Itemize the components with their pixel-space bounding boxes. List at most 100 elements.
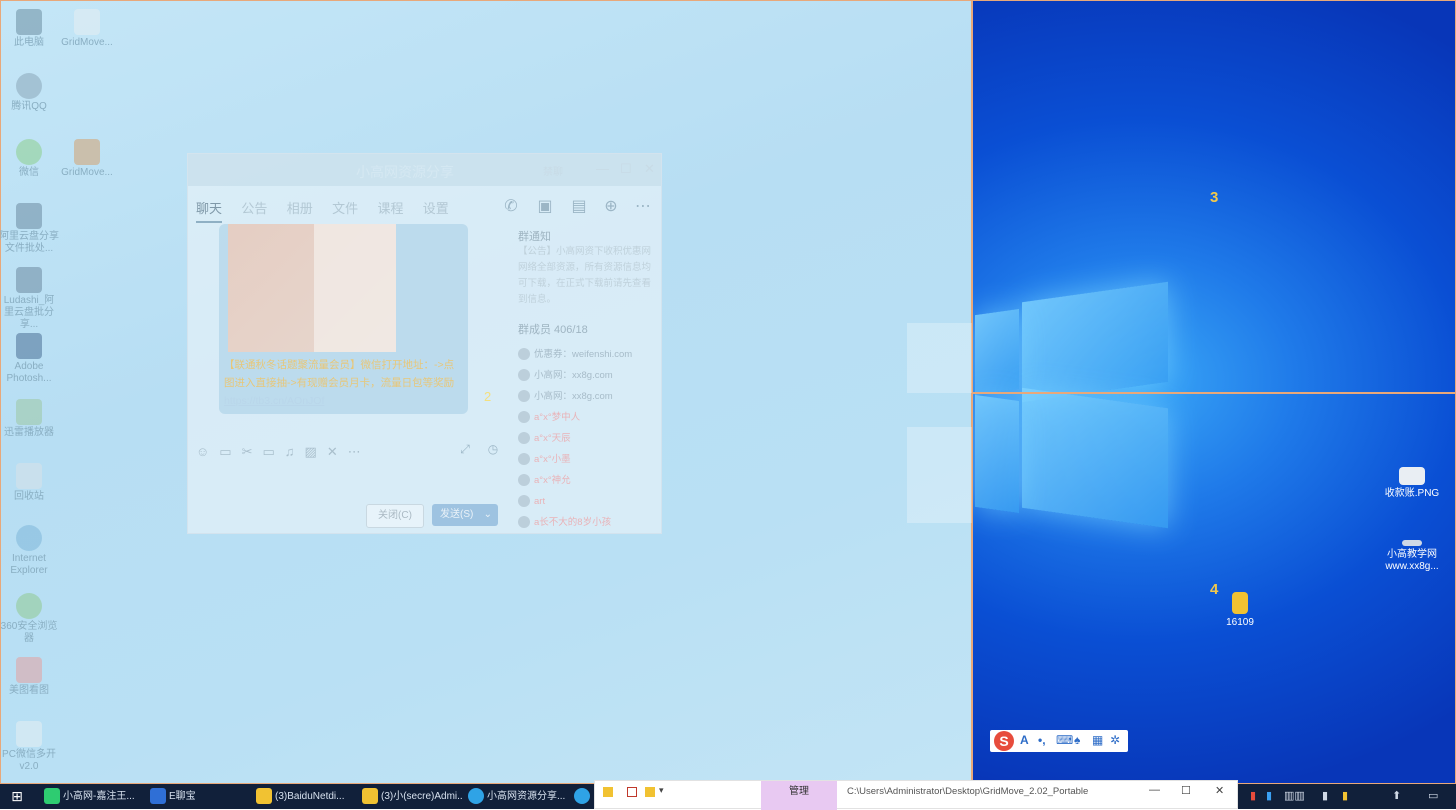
avatar: [518, 474, 530, 487]
member-item[interactable]: 小高网：xx8g.com: [518, 388, 658, 406]
expand-icon[interactable]: ⤢: [456, 442, 474, 460]
board-icon[interactable]: ▤: [570, 196, 588, 215]
music-icon[interactable]: ♫: [285, 444, 305, 459]
folder-icon[interactable]: [603, 787, 613, 797]
windows-logo-ghost: [907, 323, 973, 393]
shortcut-icon: [1402, 540, 1422, 546]
avatar: [518, 432, 530, 445]
chat-tabs: 聊天 公告 相册 文件 课程 设置: [196, 198, 465, 223]
desktop-icon[interactable]: 迅雷播放器: [0, 399, 59, 439]
video-icon[interactable]: ▣: [536, 196, 554, 215]
scissors-icon[interactable]: ✂: [242, 444, 263, 459]
tab-notice[interactable]: 公告: [241, 198, 267, 217]
group-notice-text[interactable]: 【公告】小高网资下收积优惠网网络全部资源，所有资源信息均可下载，在正式下载前请先…: [518, 244, 658, 308]
minimize-icon[interactable]: —: [596, 161, 609, 176]
maximize-icon[interactable]: ☐: [1181, 784, 1191, 797]
close-button[interactable]: 关闭(C): [366, 504, 424, 528]
desktop-icon[interactable]: GridMove...: [57, 139, 117, 179]
message-link[interactable]: https://tb3.cn/AOnJOf: [224, 395, 324, 407]
desktop-icon[interactable]: PC微信多开 v2.0: [0, 721, 59, 773]
tab-files[interactable]: 文件: [332, 198, 358, 217]
phone-icon[interactable]: ✆: [502, 196, 520, 215]
member-item[interactable]: a°x°梦中人: [518, 409, 658, 427]
member-item[interactable]: a°x°小墨: [518, 451, 658, 469]
tray-icon[interactable]: ▮: [1322, 784, 1328, 809]
sogou-logo-icon[interactable]: S: [994, 731, 1014, 751]
taskbar-item[interactable]: (3)BaiduNetdi...: [256, 784, 356, 809]
skin-icon[interactable]: ♠: [1074, 733, 1080, 747]
folder-icon[interactable]: [645, 787, 655, 797]
chevron-down-icon[interactable]: ⌄: [484, 504, 492, 526]
minimize-icon[interactable]: —: [1149, 784, 1160, 796]
desktop-icon[interactable]: Internet Explorer: [0, 525, 59, 577]
tray-icon[interactable]: ▮: [1266, 784, 1272, 809]
punctuation-icon[interactable]: •,: [1038, 733, 1046, 747]
group-notice-title: 群通知: [518, 231, 551, 243]
desktop-icon[interactable]: 美图看图: [0, 657, 59, 697]
message-text: 【联通秋冬话题聚流量会员】微信打开地址：->点图进入直接抽->有现赠会员月卡，流…: [224, 359, 455, 407]
close-icon[interactable]: ✕: [644, 161, 655, 177]
taskbar-item[interactable]: (3)小(secre)Admi...: [362, 784, 462, 809]
member-item[interactable]: art: [518, 493, 658, 511]
folder-icon[interactable]: ▭: [262, 444, 284, 459]
chat-title: 小高网资源分享: [356, 164, 454, 180]
taskbar-item[interactable]: 小高网资源分享...: [468, 784, 568, 809]
desktop-icon[interactable]: 此电脑: [0, 9, 59, 49]
desktop-icon[interactable]: 微信: [0, 139, 59, 179]
ime-toolbar[interactable]: S A •, ⌨ ♠ ▦ ✲: [990, 730, 1128, 752]
explorer-window[interactable]: ▾ 管理 C:\Users\Administrator\Desktop\Grid…: [594, 780, 1238, 810]
recycle-bin-icon: [16, 463, 42, 489]
taskbar-item[interactable]: E聊宝: [150, 784, 250, 809]
image-viewer-icon: [16, 657, 42, 683]
gif-icon[interactable]: ▭: [219, 444, 241, 459]
avatar: [518, 348, 530, 361]
tab-course[interactable]: 课程: [377, 198, 403, 217]
ime-mode[interactable]: A: [1020, 733, 1029, 747]
tab-chat[interactable]: 聊天: [196, 198, 223, 223]
member-item[interactable]: a°x°神允: [518, 472, 658, 490]
avatar: [518, 495, 530, 508]
desktop-icon[interactable]: 16109: [1207, 592, 1273, 629]
taskbar-item[interactable]: 小高网-嘉注王...: [44, 784, 144, 809]
chat-window[interactable]: 小高网资源分享 禁聊 — ☐ ✕ 聊天 公告 相册 文件 课程 设置 ✆ ▣ ▤…: [187, 153, 662, 534]
checkbox-icon[interactable]: [627, 787, 637, 797]
tab-album[interactable]: 相册: [287, 198, 313, 217]
quick-access-dropdown[interactable]: ▾: [659, 785, 664, 796]
member-item[interactable]: 小高网：xx8g.com: [518, 367, 658, 385]
close-icon[interactable]: ✕: [1215, 784, 1224, 797]
desktop-icon[interactable]: 小高教学网 www.xx8g...: [1379, 540, 1445, 573]
member-item[interactable]: 优惠券：weifenshi.com: [518, 346, 658, 364]
desktop-icon[interactable]: 回收站: [0, 463, 59, 503]
keyboard-icon[interactable]: ⌨: [1056, 733, 1073, 747]
tab-settings[interactable]: 设置: [423, 198, 449, 217]
tray-icon[interactable]: ⬆: [1392, 784, 1401, 809]
member-item[interactable]: a°x°天辰: [518, 430, 658, 448]
tray-icon[interactable]: ▥▥: [1284, 784, 1305, 809]
image-icon[interactable]: ▨: [305, 444, 327, 459]
taskbar-item[interactable]: [574, 784, 594, 809]
toolbox-icon[interactable]: ▦: [1092, 733, 1103, 747]
member-item[interactable]: a长不大的8岁小孩: [518, 514, 658, 532]
tray-icon[interactable]: ▮: [1250, 784, 1256, 809]
settings-icon[interactable]: ✲: [1110, 733, 1120, 747]
start-button[interactable]: ⊞: [0, 784, 34, 809]
desktop-icon[interactable]: Adobe Photosh...: [0, 333, 59, 385]
notification-icon[interactable]: ▭: [1428, 784, 1438, 809]
history-icon[interactable]: ◷: [484, 442, 502, 460]
ribbon-tab-manage[interactable]: 管理: [761, 781, 837, 810]
maximize-icon[interactable]: ☐: [620, 161, 632, 177]
emoji-icon[interactable]: ☺: [196, 444, 219, 459]
desktop-icon[interactable]: 阿里云盘分享文件批处...: [0, 203, 59, 255]
add-icon[interactable]: ⊕: [602, 196, 620, 215]
more-icon[interactable]: ⋯: [348, 444, 371, 459]
windows-logo-ghost: [907, 427, 973, 523]
desktop-icon[interactable]: 360安全浏览器: [0, 593, 59, 645]
tray-icon[interactable]: ▮: [1342, 784, 1348, 809]
desktop-icon[interactable]: 收款账.PNG: [1379, 467, 1445, 500]
desktop-icon[interactable]: GridMove...: [57, 9, 117, 49]
desktop-icon[interactable]: Ludashi_阿里云盘批分享...: [0, 267, 59, 331]
mute-icon[interactable]: ✕: [327, 444, 348, 459]
more-icon[interactable]: ⋯: [634, 196, 652, 215]
send-button[interactable]: 发送(S) ⌄: [432, 504, 498, 526]
desktop-icon[interactable]: 腾讯QQ: [0, 73, 59, 113]
